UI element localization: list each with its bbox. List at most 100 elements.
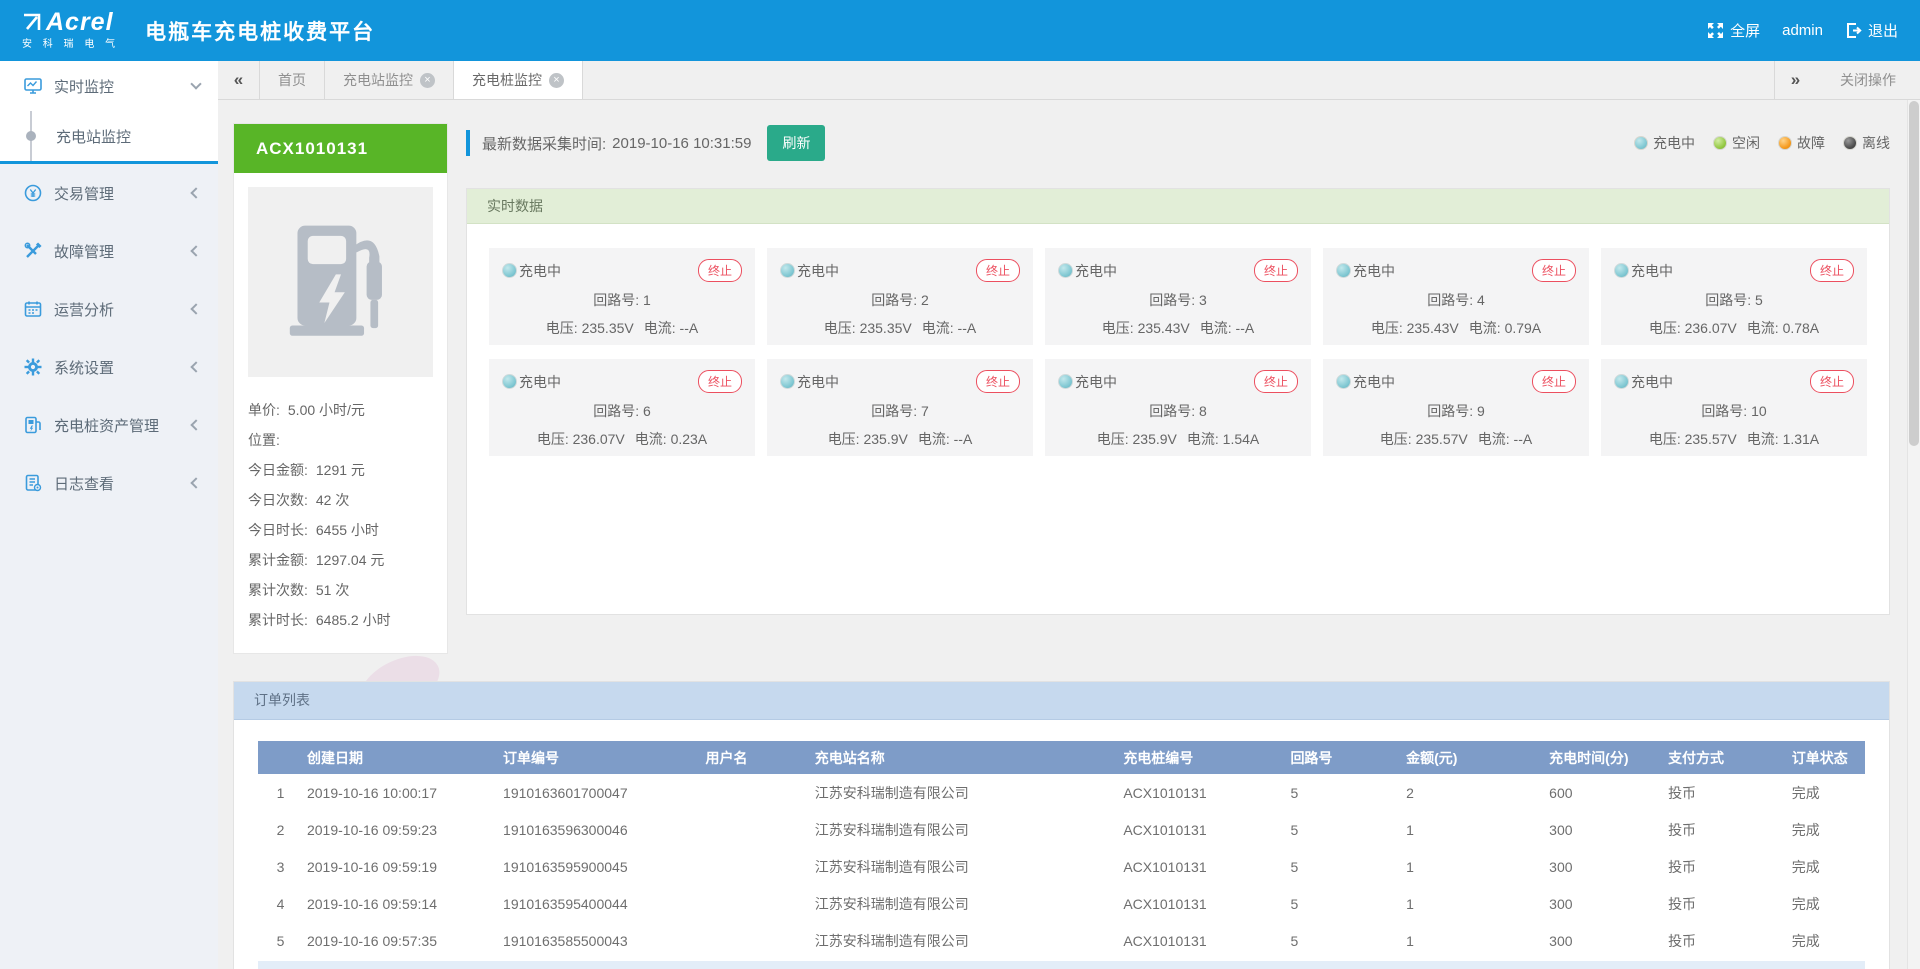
table-row: 2 2019-10-16 09:59:23 1910163596300046 江… bbox=[258, 811, 1865, 848]
terminate-button[interactable]: 终止 bbox=[976, 259, 1020, 282]
sidebar-item-label: 实时监控 bbox=[54, 76, 114, 97]
column-header: 用户名 bbox=[702, 741, 811, 774]
logout-label: 退出 bbox=[1868, 20, 1898, 41]
circuit-card-grid: 充电中 终止 回路号: 1 电压: 235.35V电流 bbox=[489, 248, 1867, 456]
charging-status: 充电中 bbox=[780, 261, 839, 281]
chevron-down-icon bbox=[190, 78, 201, 89]
terminate-button[interactable]: 终止 bbox=[1810, 370, 1854, 393]
charging-status-label: 充电中 bbox=[519, 261, 561, 281]
tabbar-spacer bbox=[583, 61, 1774, 99]
horizontal-scrollbar[interactable] bbox=[258, 961, 1865, 969]
terminate-button[interactable]: 终止 bbox=[1254, 370, 1298, 393]
terminate-button[interactable]: 终止 bbox=[1532, 259, 1576, 282]
cell-user bbox=[702, 922, 811, 959]
refresh-button[interactable]: 刷新 bbox=[767, 125, 825, 161]
charging-status-label: 充电中 bbox=[1075, 261, 1117, 281]
analysis-icon bbox=[24, 300, 42, 318]
cell-order-no: 1910163585500043 bbox=[499, 922, 701, 959]
close-operations-button[interactable]: 关闭操作 bbox=[1816, 61, 1920, 99]
sidebar-item-realtime-monitor[interactable]: 实时监控 bbox=[0, 61, 218, 111]
cell-minutes: 300 bbox=[1545, 848, 1664, 885]
circuit-measurements: 电压: 236.07V电流: 0.78A bbox=[1614, 318, 1854, 338]
circuit-measurements: 电压: 235.57V电流: --A bbox=[1336, 429, 1576, 449]
tab-station-monitor[interactable]: 充电站监控 × bbox=[325, 61, 454, 99]
sidebar-item-pile-assets[interactable]: 充电桩资产管理 bbox=[0, 396, 218, 454]
pile-stat-row: 位置: bbox=[248, 425, 433, 455]
tab-bar: « 首页 充电站监控 × 充电桩监控 × » 关闭操作 bbox=[218, 61, 1920, 100]
terminate-button[interactable]: 终止 bbox=[1254, 259, 1298, 282]
close-icon[interactable]: × bbox=[549, 73, 564, 88]
charging-status-label: 充电中 bbox=[797, 372, 839, 392]
table-row: 4 2019-10-16 09:59:14 1910163595400044 江… bbox=[258, 885, 1865, 922]
settings-icon bbox=[24, 358, 42, 376]
terminate-button[interactable]: 终止 bbox=[698, 259, 742, 282]
cell-circuit: 5 bbox=[1286, 774, 1402, 811]
scroll-tabs-right-button[interactable]: » bbox=[1774, 61, 1816, 99]
orders-panel: 订单列表 创建日期 订单编号 用 bbox=[233, 681, 1890, 969]
stat-value: 1297.04 元 bbox=[316, 552, 385, 568]
sidebar-item-label: 日志查看 bbox=[54, 473, 114, 494]
circuit-card: 充电中 终止 回路号: 4 电压: 235.43V电流 bbox=[1323, 248, 1589, 345]
fullscreen-icon bbox=[1707, 22, 1724, 39]
terminate-button[interactable]: 终止 bbox=[698, 370, 742, 393]
page-title: 电瓶车充电桩收费平台 bbox=[145, 16, 375, 46]
circuit-card: 充电中 终止 回路号: 8 电压: 235.9V电流: bbox=[1045, 359, 1311, 456]
logout-button[interactable]: 退出 bbox=[1845, 20, 1898, 41]
terminate-button[interactable]: 终止 bbox=[976, 370, 1020, 393]
cell-station: 江苏安科瑞制造有限公司 bbox=[811, 811, 1120, 848]
stat-value: 6455 小时 bbox=[316, 522, 379, 538]
terminate-button[interactable]: 终止 bbox=[1810, 259, 1854, 282]
chevron-left-icon bbox=[190, 419, 201, 430]
circuit-card: 充电中 终止 回路号: 7 电压: 235.9V电流: bbox=[767, 359, 1033, 456]
cell-circuit: 5 bbox=[1286, 885, 1402, 922]
circuit-card: 充电中 终止 回路号: 9 电压: 235.57V电流 bbox=[1323, 359, 1589, 456]
vertical-scrollbar[interactable] bbox=[1907, 100, 1920, 969]
column-header: 充电时间(分) bbox=[1545, 741, 1664, 774]
sidebar-item-settings[interactable]: 系统设置 bbox=[0, 338, 218, 396]
scroll-tabs-left-button[interactable]: « bbox=[218, 61, 260, 99]
circuit-number: 回路号: 5 bbox=[1614, 290, 1854, 310]
circuit-number: 回路号: 2 bbox=[780, 290, 1020, 310]
cell-amount: 2 bbox=[1402, 774, 1545, 811]
stat-label: 单价: bbox=[248, 402, 280, 418]
sidebar-item-faults[interactable]: 故障管理 bbox=[0, 222, 218, 280]
close-operations-label: 关闭操作 bbox=[1840, 70, 1896, 90]
cell-date: 2019-10-16 09:57:35 bbox=[303, 922, 499, 959]
cell-index: 3 bbox=[258, 848, 303, 885]
cell-date: 2019-10-16 09:59:14 bbox=[303, 885, 499, 922]
circuit-measurements: 电压: 235.43V电流: 0.79A bbox=[1336, 318, 1576, 338]
charging-status-label: 充电中 bbox=[1353, 372, 1395, 392]
sidebar-item-analysis[interactable]: 运营分析 bbox=[0, 280, 218, 338]
double-left-arrow-icon: « bbox=[234, 70, 243, 90]
cell-station: 江苏安科瑞制造有限公司 bbox=[811, 848, 1120, 885]
cell-user bbox=[702, 774, 811, 811]
collect-time-value: 2019-10-16 10:31:59 bbox=[612, 135, 751, 152]
cell-pile: ACX1010131 bbox=[1119, 848, 1286, 885]
pile-image-box bbox=[248, 187, 433, 377]
legend-charging: 充电中 bbox=[1634, 133, 1695, 153]
charging-status-icon bbox=[1614, 263, 1629, 278]
fullscreen-button[interactable]: 全屏 bbox=[1707, 20, 1760, 41]
pile-stat-row: 累计时长:6485.2 小时 bbox=[248, 605, 433, 635]
asset-icon bbox=[24, 416, 42, 434]
tab-home[interactable]: 首页 bbox=[260, 61, 325, 99]
sidebar-item-label: 充电桩资产管理 bbox=[54, 415, 159, 436]
scrollbar-thumb[interactable] bbox=[1909, 101, 1919, 446]
column-header: 支付方式 bbox=[1664, 741, 1788, 774]
charging-status-icon bbox=[502, 263, 517, 278]
sidebar-item-station-monitor[interactable]: 充电站监控 bbox=[0, 111, 218, 161]
chevron-left-icon bbox=[190, 361, 201, 372]
username[interactable]: admin bbox=[1782, 22, 1823, 39]
close-icon[interactable]: × bbox=[420, 73, 435, 88]
terminate-button[interactable]: 终止 bbox=[1532, 370, 1576, 393]
logo-subtext: 安 科 瑞 电 气 bbox=[22, 35, 119, 50]
logo-text: Acrel bbox=[46, 11, 114, 33]
tab-pile-monitor[interactable]: 充电桩监控 × bbox=[454, 61, 583, 99]
sidebar-item-logs[interactable]: 日志查看 bbox=[0, 454, 218, 512]
sidebar-item-transactions[interactable]: 交易管理 bbox=[0, 164, 218, 222]
chevron-left-icon bbox=[190, 245, 201, 256]
charging-status: 充电中 bbox=[1614, 261, 1673, 281]
stat-value: 6485.2 小时 bbox=[316, 612, 391, 628]
cell-date: 2019-10-16 10:00:17 bbox=[303, 774, 499, 811]
logout-icon bbox=[1845, 22, 1862, 39]
